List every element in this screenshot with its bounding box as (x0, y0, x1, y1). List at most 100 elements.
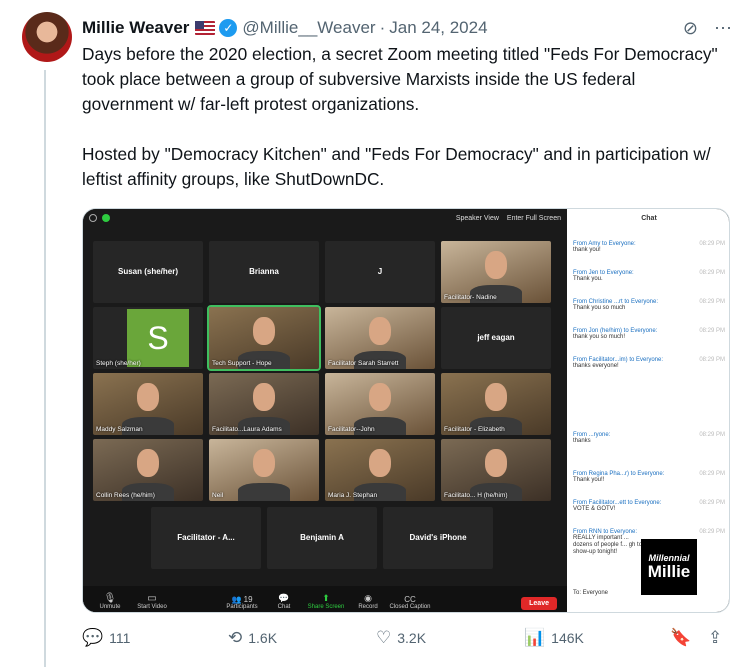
video-tile[interactable]: Brianna (209, 241, 319, 303)
video-tile[interactable]: Maria J. Stephan (325, 439, 435, 501)
chat-text: Thank you so much (573, 305, 626, 311)
video-tile[interactable]: Susan (she/her) (93, 241, 203, 303)
author-name[interactable]: Millie Weaver (82, 18, 189, 38)
video-tile[interactable]: Facilitator - Elizabeth (441, 373, 551, 435)
participant-label: Facilitator Sarah Starrett (328, 360, 399, 367)
repost-icon: ⟲ (228, 628, 243, 647)
share-screen-button[interactable]: ⬆ Share Screen (305, 593, 347, 610)
reply-icon: 💬 (82, 628, 104, 647)
chat-message: 08:29 PM From Facilitator...ett to Everyo… (573, 500, 725, 512)
chat-panel: Chat 08:29 PM From Amy to Everyone: thank … (567, 209, 729, 612)
video-tile[interactable]: Facilitator--John (325, 373, 435, 435)
participants-button[interactable]: 👥 19 Participants (221, 595, 263, 610)
like-count: 3.2K (397, 630, 427, 646)
like-button[interactable]: ♡ 3.2K (376, 628, 426, 648)
verified-icon: ✓ (219, 19, 238, 37)
repost-button[interactable]: ⟲ 1.6K (228, 628, 277, 648)
record-button[interactable]: ◉ Record (347, 593, 389, 610)
chat-text: VOTE & GOTV! (573, 506, 616, 512)
video-tile[interactable]: Facilitator- Nadine (441, 241, 551, 303)
chat-text: REALLY important ... dozens of people f.… (573, 535, 643, 555)
chat-title: Chat (641, 215, 657, 222)
chat-text: Thank you. (573, 276, 603, 282)
more-icon[interactable]: ⋯ (714, 18, 732, 39)
participant-name: Benjamin A (300, 533, 344, 542)
chat-text: thank you so much! (573, 334, 626, 340)
chat-time: 08:29 PM (699, 529, 725, 535)
participant-face (369, 449, 391, 477)
participant-label: Facilitato...Laura Adams (212, 426, 282, 433)
participant-label: Steph (she/her) (96, 360, 141, 367)
chat-time: 08:29 PM (699, 270, 725, 276)
video-tile[interactable]: Maddy Salzman (93, 373, 203, 435)
like-icon: ♡ (376, 628, 392, 647)
participant-face (253, 383, 275, 411)
info-icon (89, 214, 97, 222)
video-tile[interactable]: Neil (209, 439, 319, 501)
zoom-topbar: Speaker View Enter Full Screen (83, 209, 567, 227)
video-tile[interactable]: Collin Rees (he/him) (93, 439, 203, 501)
tweet-date[interactable]: Jan 24, 2024 (389, 18, 487, 38)
chat-message: 08:29 PM From Christine ...rt to Everyone… (573, 299, 725, 311)
repost-count: 1.6K (248, 630, 278, 646)
participant-name: jeff eagan (477, 333, 515, 342)
participant-label: Facilitator - Elizabeth (444, 426, 505, 433)
chat-message: 08:29 PM From Jon (he/him) to Everyone: th… (573, 328, 725, 340)
author-handle[interactable]: @Millie__Weaver (242, 18, 375, 38)
tweet-media[interactable]: Speaker View Enter Full Screen Susan (sh… (82, 208, 730, 613)
full-screen-button[interactable]: Enter Full Screen (507, 215, 561, 222)
chat-message: 08:29 PM From Amy to Everyone: thank you! (573, 241, 725, 253)
video-tile[interactable]: Tech Support - Hope (207, 305, 321, 371)
video-tile[interactable]: Benjamin A (267, 507, 377, 569)
chat-text: Thank you!! (573, 477, 605, 483)
unmute-button[interactable]: 🎙 Unmute (89, 593, 131, 610)
participant-name: David's iPhone (409, 533, 467, 542)
bookmark-button[interactable]: 🔖 (670, 628, 691, 648)
millennial-millie-logo: Millennial Millie (641, 539, 697, 595)
chat-time: 08:29 PM (699, 299, 725, 305)
separator: · (379, 18, 386, 37)
participant-face (485, 449, 507, 477)
bookmark-icon: 🔖 (670, 628, 692, 647)
chat-message: 08:29 PM From ...ryone: thanks (573, 432, 725, 444)
chat-time: 08:29 PM (699, 241, 725, 247)
reply-button[interactable]: 💬 111 (82, 628, 130, 648)
participant-face (137, 449, 159, 477)
chat-recipient[interactable]: To: Everyone (573, 590, 608, 596)
video-tile[interactable]: Facilitato... H (he/him) (441, 439, 551, 501)
share-button[interactable]: ⇪ (708, 628, 722, 648)
grok-icon[interactable]: ⊘ (683, 18, 698, 39)
video-tile[interactable]: Facilitator Sarah Starrett (325, 307, 435, 369)
closed-caption-button[interactable]: CC Closed Caption (389, 595, 431, 610)
participant-face (485, 383, 507, 411)
chat-time: 08:29 PM (699, 500, 725, 506)
participant-face (137, 383, 159, 411)
video-tile[interactable]: Facilitato...Laura Adams (209, 373, 319, 435)
views-button[interactable]: 📊 146K (524, 628, 584, 648)
flag-icon (195, 21, 216, 35)
participant-body (238, 483, 290, 501)
participant-name: Susan (she/her) (117, 267, 178, 276)
avatar-letter: S (127, 309, 189, 367)
chat-time: 08:29 PM (699, 328, 725, 334)
avatar[interactable] (22, 12, 72, 62)
tweet-text: Days before the 2020 election, a secret … (82, 44, 718, 189)
video-tile[interactable]: David's iPhone (383, 507, 493, 569)
video-tile[interactable]: jeff eagan (441, 307, 551, 369)
video-tile[interactable]: S Steph (she/her) (93, 307, 203, 369)
video-tile[interactable]: J (325, 241, 435, 303)
video-tile[interactable]: Facilitator - A... (151, 507, 261, 569)
chat-button[interactable]: 💬 Chat (263, 593, 305, 610)
chat-text: thank you! (573, 247, 601, 253)
chat-text: thanks everyone! (573, 363, 619, 369)
participant-face (369, 383, 391, 411)
leave-button[interactable]: Leave (521, 597, 557, 610)
participant-face (369, 317, 391, 345)
participant-name: Brianna (249, 267, 279, 276)
participant-name: Facilitator - A... (177, 533, 235, 542)
speaker-view-button[interactable]: Speaker View (456, 215, 499, 222)
start-video-button[interactable]: ▭ Start Video (131, 593, 173, 610)
views-icon: 📊 (524, 628, 546, 647)
chat-message: 08:29 PM From Facilitator...im) to Everyo… (573, 357, 725, 369)
participant-name: J (377, 267, 383, 276)
